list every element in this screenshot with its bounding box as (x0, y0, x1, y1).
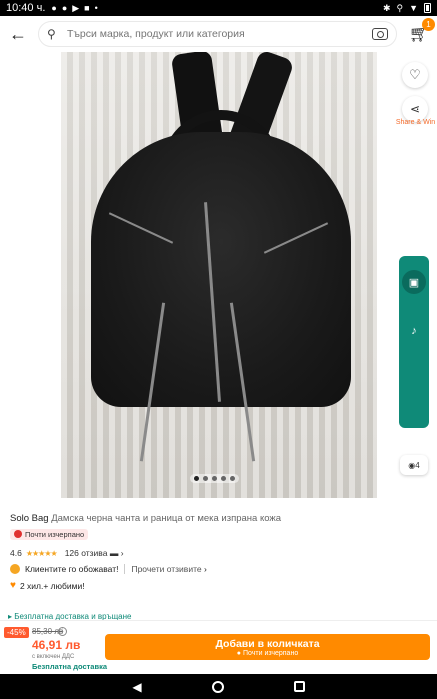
product-gallery[interactable] (0, 52, 437, 498)
pagination-dot[interactable] (203, 476, 208, 481)
top-bar: ← ⚲ 🛒︎ 1 (0, 16, 437, 52)
discount-badge: -45% (4, 627, 29, 638)
search-input[interactable] (66, 28, 372, 40)
chat-icon: ● (51, 2, 57, 13)
pagination-dot[interactable] (230, 476, 235, 481)
notification-icons: ● ● ▶ ■ • (51, 3, 97, 14)
product-info: Solo Bag Дамска черна чанта и раница от … (10, 512, 430, 591)
loves-row: ♥ 2 хил.+ любими! (10, 580, 430, 591)
product-brand[interactable]: Solo Bag (10, 513, 49, 524)
product-image[interactable] (61, 52, 377, 498)
location-icon: ⚲ (396, 2, 404, 13)
more-dot-icon: • (94, 2, 98, 13)
current-price: 46,91 лв (32, 638, 81, 652)
add-to-cart-button[interactable]: Добави в количката ● Почти изчерпано (105, 634, 430, 660)
camera-search-icon[interactable] (372, 28, 388, 40)
info-icon[interactable]: i (58, 627, 67, 636)
cart-count-badge: 1 (422, 18, 435, 31)
add-to-cart-sublabel: ● Почти изчерпано (236, 649, 299, 657)
review-count: 126 отзива (64, 548, 108, 558)
free-shipping-label: Безплатна доставка (32, 662, 108, 671)
messenger-icon: ● (61, 2, 68, 13)
share-win-label[interactable]: Share & Win (394, 119, 437, 126)
pagination-dot[interactable] (221, 476, 226, 481)
nav-back-icon[interactable]: ◀ (132, 680, 141, 694)
chevron-right-icon: › (118, 548, 124, 558)
youtube-icon: ▶ (72, 2, 80, 13)
read-reviews-link[interactable]: Прочети отзивите (131, 564, 201, 574)
alert-icon (14, 530, 22, 538)
add-to-cart-label: Добави в количката (215, 637, 320, 650)
battery-icon (424, 3, 431, 13)
product-title: Solo Bag Дамска черна чанта и раница от … (10, 512, 430, 525)
nav-recents-icon[interactable] (293, 681, 305, 692)
delivery-info-strip[interactable]: ▸ Безплатна доставка и връщане (8, 612, 430, 620)
promo-row: Клиентите го обожават! Прочети отзивите … (10, 564, 430, 574)
chevron-right-icon: › (201, 564, 207, 574)
camera-icon: ▬ (107, 548, 119, 558)
nav-home-icon[interactable] (211, 680, 224, 693)
system-icons: ✱ ⚲ ▼ (383, 3, 431, 14)
search-bar[interactable]: ⚲ (37, 21, 397, 47)
gallery-pagination[interactable] (190, 474, 239, 483)
back-arrow-icon[interactable]: ← (8, 22, 28, 46)
cart-button[interactable]: 🛒︎ 1 (409, 18, 435, 44)
rating-row[interactable]: 4.6 ★★★★★ 126 отзива ▬ › (10, 548, 430, 558)
wifi-icon: ▼ (409, 3, 418, 13)
star-icons: ★★★★★ (25, 548, 58, 558)
music-note-icon[interactable]: ♪ (402, 319, 426, 343)
app-icon: ■ (84, 2, 90, 13)
vat-note: с включен ДДС (32, 654, 75, 660)
payment-badge[interactable]: ◉ 4 (400, 455, 428, 475)
rating-value: 4.6 (10, 548, 22, 558)
android-nav-bar: ◀ (0, 674, 437, 699)
payment-logo-icon: ◉ (408, 460, 416, 470)
status-time: 10:40 ч. (6, 2, 46, 14)
pagination-dot[interactable] (194, 476, 199, 481)
stock-badge: Почти изчерпано (10, 528, 89, 540)
bluetooth-icon: ✱ (382, 2, 391, 13)
coin-icon (10, 564, 20, 574)
loves-text: 2 хил.+ любими! (19, 580, 85, 591)
pagination-dot[interactable] (212, 476, 217, 481)
vibrate-icon[interactable]: ▣ (402, 270, 426, 294)
favorite-heart-icon[interactable]: ♡ (402, 62, 428, 88)
product-name: Дамска черна чанта и раница от мека изпр… (51, 513, 282, 524)
purchase-bar: -45% 85,30 лв i 46,91 лв с включен ДДС Б… (0, 620, 437, 674)
search-icon: ⚲ (46, 27, 56, 41)
heart-icon: ♥ (10, 580, 16, 591)
status-bar: 10:40 ч. ● ● ▶ ■ • ✱ ⚲ ▼ (0, 0, 437, 16)
promo-text: Клиентите го обожават! (25, 564, 119, 574)
